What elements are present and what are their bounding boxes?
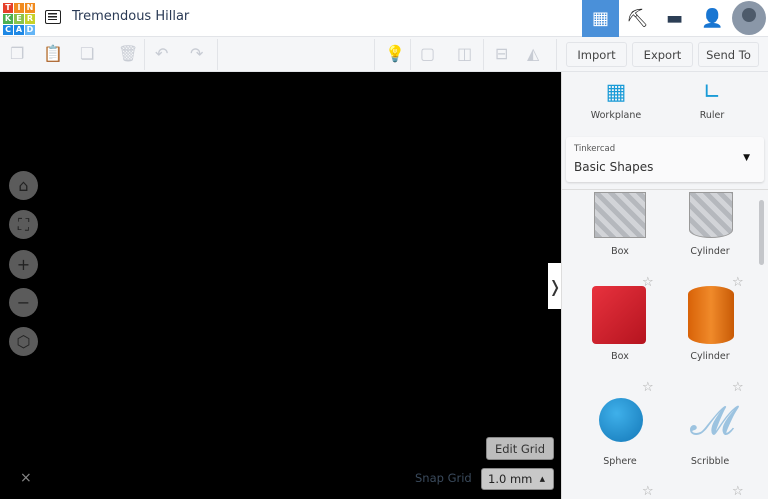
- logo-letter: K: [3, 14, 13, 24]
- duplicate-icon[interactable]: ❏: [80, 44, 94, 63]
- shapes-panel: ▦ Workplane ∟ Ruler Tinkercad Basic Shapes…: [561, 72, 768, 499]
- box-shape: [592, 286, 646, 344]
- divider: [556, 39, 557, 70]
- logo-letter: D: [25, 25, 35, 35]
- fit-view-button[interactable]: ⛶: [9, 210, 38, 239]
- logo-letter: E: [14, 14, 24, 24]
- zoom-out-button[interactable]: −: [9, 288, 38, 317]
- redo-icon[interactable]: ↷: [190, 44, 203, 63]
- avatar-head: [742, 8, 756, 22]
- cube-icon: ⬡: [16, 332, 31, 351]
- edit-grid-button[interactable]: Edit Grid: [486, 437, 554, 460]
- snap-grid-select[interactable]: 1.0 mm ▲: [481, 468, 554, 490]
- pickaxe-icon[interactable]: ⛏: [619, 0, 656, 37]
- snap-grid-value: 1.0 mm: [488, 472, 533, 486]
- home-icon: ⌂: [18, 176, 29, 195]
- shape-sphere[interactable]: Sphere: [580, 390, 660, 470]
- panel-scrollbar[interactable]: [759, 200, 764, 265]
- divider: [374, 39, 375, 70]
- shape-cylinder[interactable]: Cylinder: [670, 282, 750, 362]
- shape-box-hole[interactable]: Box: [580, 190, 660, 260]
- perspective-button[interactable]: ⬡: [9, 327, 38, 356]
- shape-label: Cylinder: [690, 351, 730, 362]
- align-icon[interactable]: ⊟: [495, 44, 508, 63]
- box-hole-shape: [594, 192, 646, 238]
- header: T I N K E R C A D Tremendous Hillar ▦ ⛏ …: [0, 0, 768, 37]
- design-list-icon[interactable]: [45, 10, 61, 24]
- shape-cylinder-hole[interactable]: Cylinder: [670, 190, 750, 260]
- brick-icon[interactable]: ▬: [656, 0, 693, 37]
- shape-label: Scribble: [690, 456, 730, 467]
- send-to-button[interactable]: Send To: [698, 42, 759, 67]
- logo-letter: C: [3, 25, 13, 35]
- logo-letter: R: [25, 14, 35, 24]
- divider: [217, 39, 218, 70]
- shape-library-select[interactable]: Tinkercad Basic Shapes ▼: [566, 137, 764, 182]
- shape-label: Box: [611, 351, 629, 362]
- close-icon[interactable]: ×: [20, 470, 32, 486]
- snap-grid-label: Snap Grid: [415, 471, 472, 485]
- caret-up-icon: ▲: [539, 475, 545, 483]
- ruler-icon: ∟: [702, 80, 722, 105]
- fit-icon: ⛶: [17, 214, 30, 234]
- paste-icon[interactable]: 📋: [43, 44, 63, 63]
- shape-scribble[interactable]: 𝓜 Scribble: [670, 390, 750, 470]
- shape-label: Box: [611, 246, 629, 257]
- logo-letter: N: [25, 3, 35, 13]
- library-name: Basic Shapes: [574, 160, 654, 174]
- workplane-button[interactable]: ▦ Workplane: [576, 80, 656, 121]
- ungroup-icon[interactable]: ◫: [457, 44, 472, 63]
- zoom-in-button[interactable]: +: [9, 250, 38, 279]
- divider: [144, 39, 145, 70]
- cylinder-hole-shape: [689, 192, 733, 238]
- grid-view-icon[interactable]: ▦: [582, 0, 619, 37]
- import-button[interactable]: Import: [566, 42, 627, 67]
- collapse-panel-button[interactable]: ❭: [548, 263, 562, 309]
- divider: [483, 39, 484, 70]
- logo-letter: I: [14, 3, 24, 13]
- group-icon[interactable]: ▢: [420, 44, 435, 63]
- library-source: Tinkercad: [574, 144, 616, 154]
- minus-icon: −: [16, 293, 31, 312]
- ruler-button[interactable]: ∟ Ruler: [672, 80, 752, 121]
- avatar[interactable]: [732, 1, 766, 35]
- logo-letter: T: [3, 3, 13, 13]
- export-button[interactable]: Export: [632, 42, 693, 67]
- mirror-icon[interactable]: ◭: [527, 44, 539, 63]
- ruler-label: Ruler: [699, 110, 725, 121]
- divider: [410, 39, 411, 70]
- undo-icon[interactable]: ↶: [155, 44, 168, 63]
- favorite-star-icon[interactable]: ☆: [642, 484, 654, 499]
- favorite-star-icon[interactable]: ☆: [732, 484, 744, 499]
- delete-icon[interactable]: 🗑: [118, 44, 138, 63]
- cylinder-shape: [688, 286, 734, 344]
- design-title[interactable]: Tremendous Hillar: [72, 9, 189, 24]
- add-user-icon[interactable]: 👤: [694, 0, 731, 37]
- home-view-button[interactable]: ⌂: [9, 171, 38, 200]
- workplane-icon: ▦: [605, 80, 627, 105]
- chevron-down-icon: ▼: [743, 153, 750, 163]
- lightbulb-icon[interactable]: 💡: [385, 44, 405, 63]
- workplane-label: Workplane: [590, 110, 642, 121]
- shape-box[interactable]: Box: [580, 282, 660, 362]
- shape-label: Sphere: [603, 456, 637, 467]
- tinkercad-logo[interactable]: T I N K E R C A D: [3, 3, 35, 35]
- copy-icon[interactable]: ❐: [10, 44, 24, 63]
- shape-label: Cylinder: [690, 246, 730, 257]
- sphere-shape: [599, 398, 643, 442]
- toolbar: ❐ 📋 ❏ 🗑 ↶ ↷ 💡 ▢ ◫ ⊟ ◭ Import Export Send…: [0, 37, 768, 72]
- scribble-shape: 𝓜: [690, 398, 735, 444]
- logo-letter: A: [14, 25, 24, 35]
- plus-icon: +: [16, 255, 31, 274]
